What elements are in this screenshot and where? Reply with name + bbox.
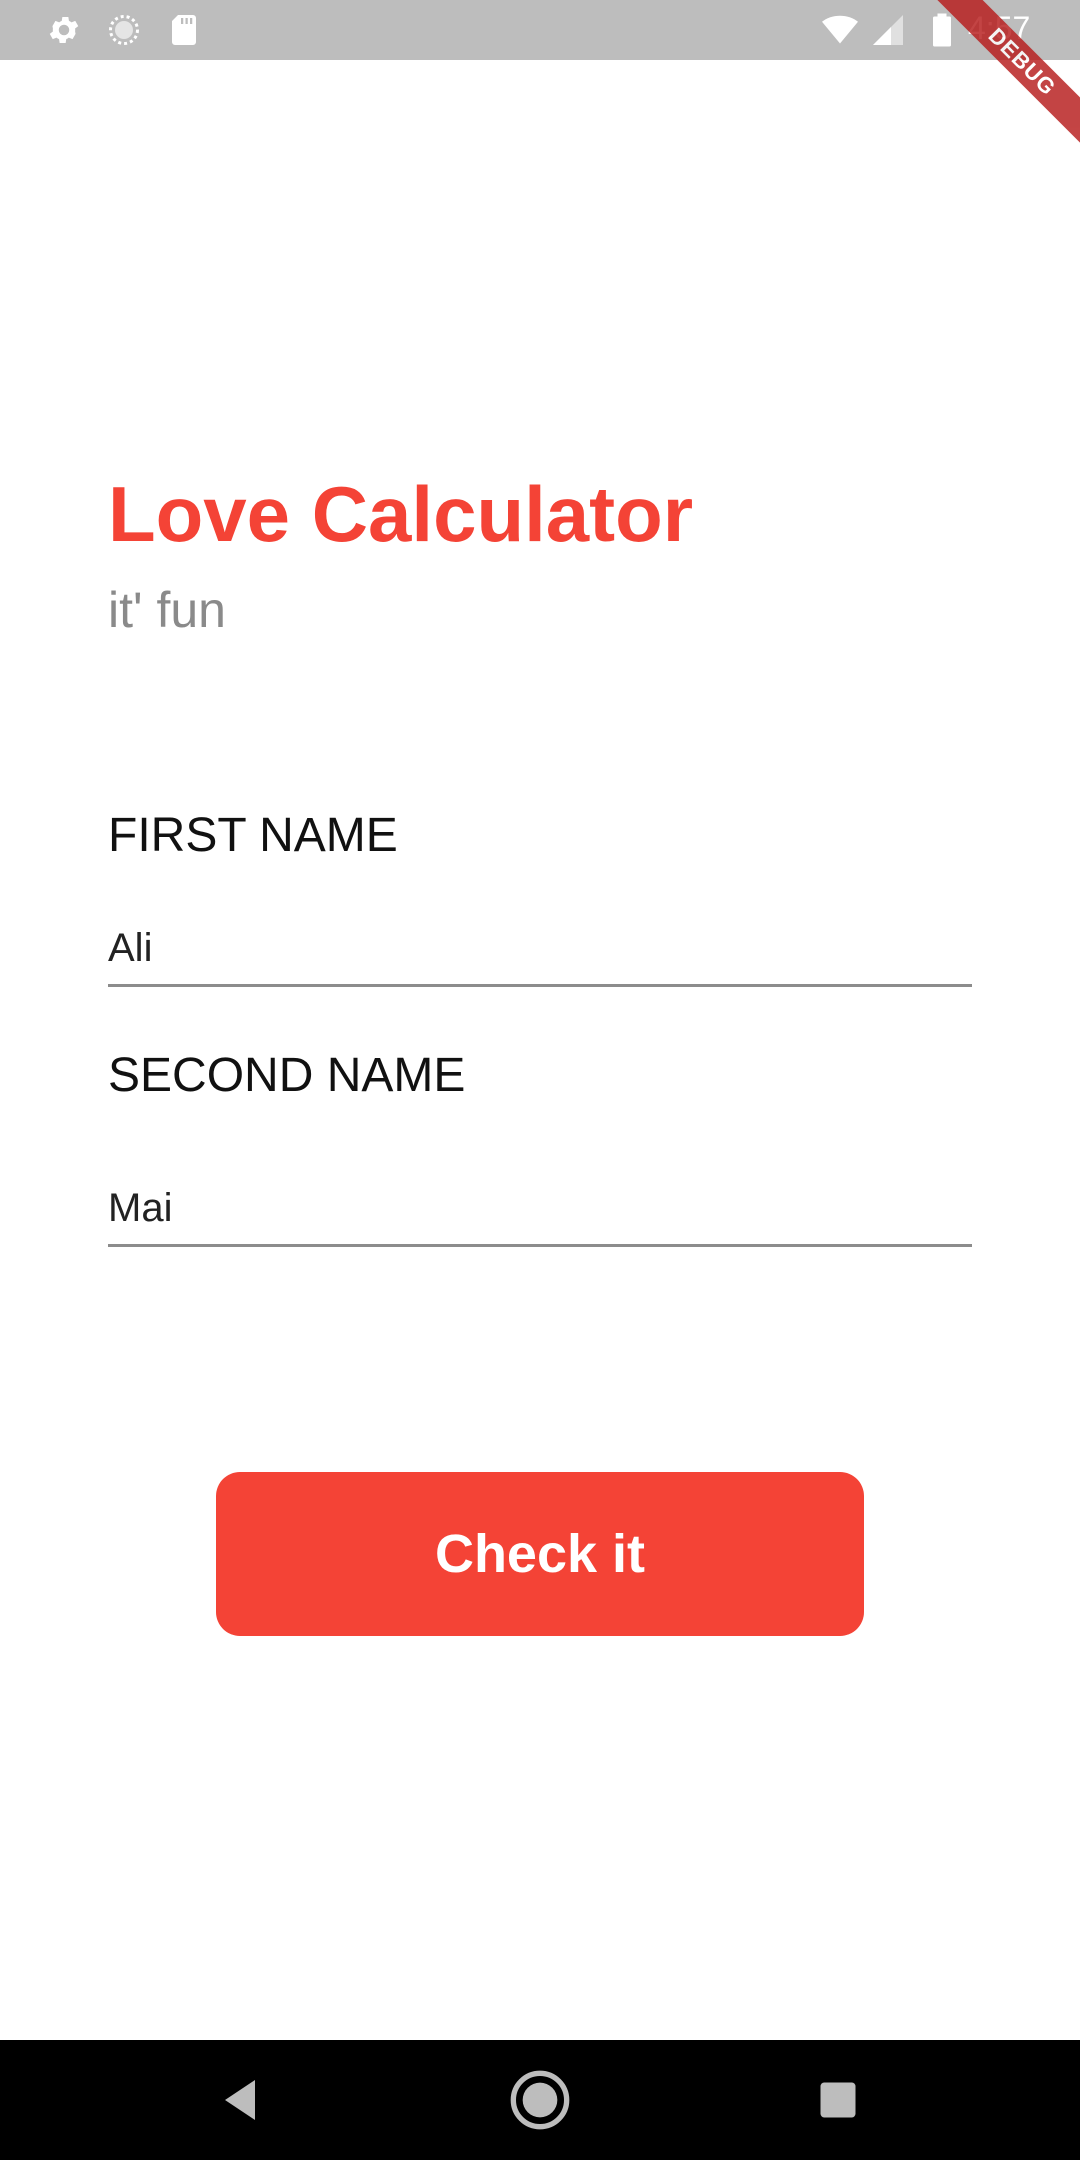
second-name-input[interactable] [108, 1172, 972, 1247]
status-time: 4:57 [968, 10, 1031, 46]
check-it-button[interactable]: Check it [216, 1472, 864, 1636]
home-icon[interactable] [508, 2068, 572, 2132]
cell-signal-icon [873, 15, 903, 45]
sd-card-icon [172, 15, 196, 45]
wifi-icon [822, 15, 858, 44]
status-bar: 4:57 [0, 0, 1080, 60]
loading-circle-icon [109, 15, 139, 45]
navigation-bar [0, 2040, 1080, 2160]
first-name-label: FIRST NAME [108, 809, 398, 862]
page-subtitle: it' fun [108, 582, 226, 638]
back-icon[interactable] [210, 2070, 270, 2130]
first-name-input[interactable] [108, 912, 972, 987]
gear-icon [49, 16, 79, 44]
page-title: Love Calculator [108, 470, 694, 558]
second-name-label: SECOND NAME [108, 1049, 466, 1102]
battery-icon [933, 13, 951, 47]
recents-icon[interactable] [808, 2070, 868, 2130]
